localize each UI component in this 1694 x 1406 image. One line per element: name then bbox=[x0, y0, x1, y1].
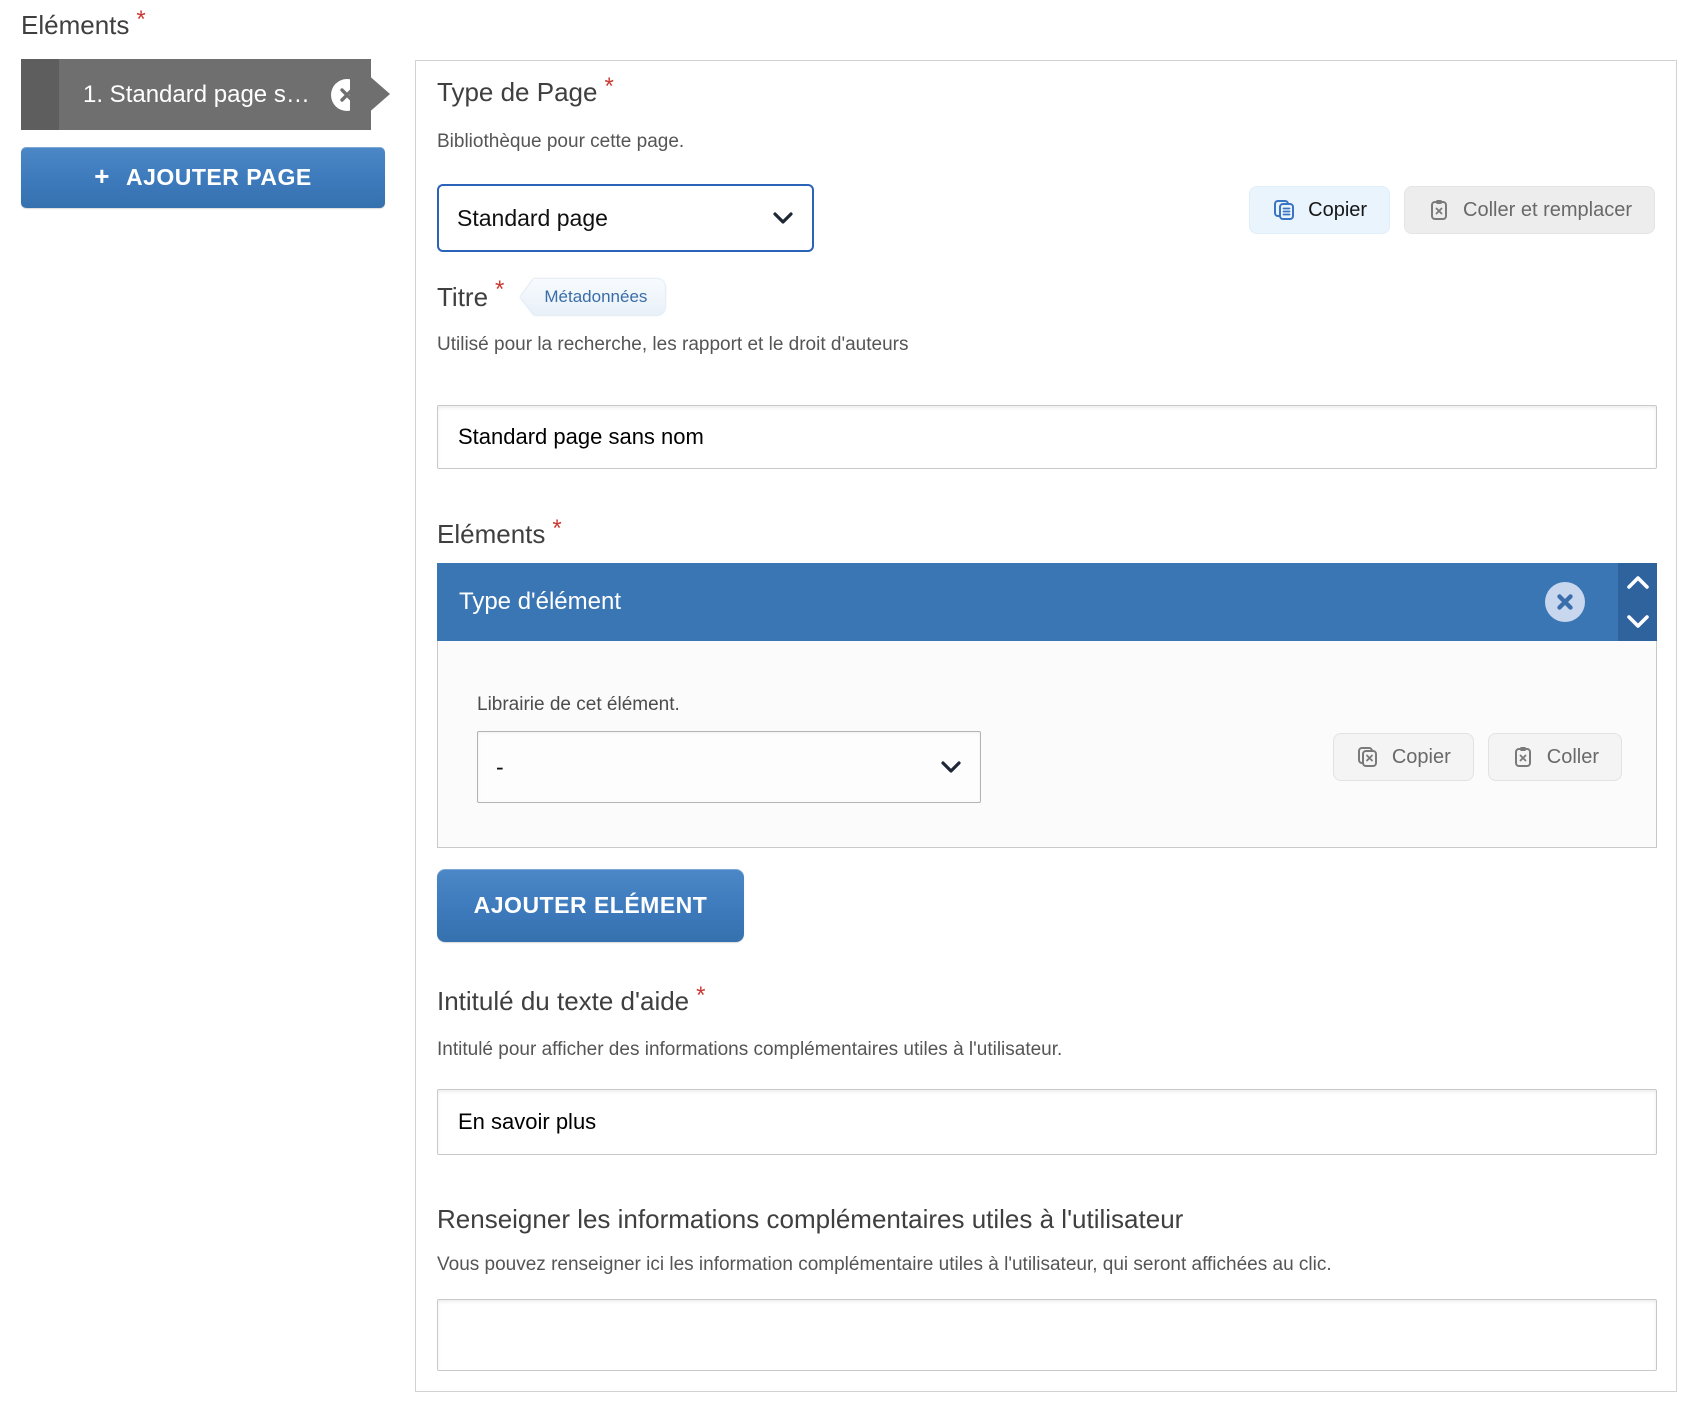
required-marker: * bbox=[604, 73, 613, 100]
elements-field-label: Eléments* bbox=[21, 10, 146, 41]
tab-arrow bbox=[350, 59, 390, 129]
librairie-description: Librairie de cet élément. bbox=[477, 694, 680, 716]
required-marker: * bbox=[696, 982, 705, 1009]
page-type-select[interactable]: Standard page bbox=[437, 184, 814, 252]
copy-page-button-label: Copier bbox=[1308, 199, 1367, 222]
titre-heading-row: Titre* Métadonnées bbox=[437, 279, 665, 315]
plus-icon: + bbox=[94, 161, 110, 192]
elements-heading-text: Eléments bbox=[437, 519, 545, 549]
infos-input[interactable] bbox=[437, 1299, 1657, 1371]
tab-drag-strip[interactable] bbox=[21, 59, 59, 130]
page-type-select-value: Standard page bbox=[439, 205, 772, 232]
titre-description: Utilisé pour la recherche, les rapport e… bbox=[437, 334, 908, 356]
element-header-label: Type d'élément bbox=[459, 588, 1545, 616]
elements-heading: Eléments* bbox=[437, 519, 562, 550]
copy-page-button[interactable]: Copier bbox=[1249, 186, 1390, 234]
required-marker: * bbox=[552, 515, 561, 542]
element-reorder-column bbox=[1618, 563, 1657, 641]
infos-description: Vous pouvez renseigner ici les informati… bbox=[437, 1254, 1332, 1276]
paste-element-button[interactable]: Coller bbox=[1488, 733, 1622, 781]
metadata-badge-wrap: Métadonnées bbox=[520, 279, 665, 315]
remove-element-icon[interactable] bbox=[1545, 582, 1585, 622]
aide-input[interactable] bbox=[437, 1089, 1657, 1155]
add-element-button-label: AJOUTER ELÉMENT bbox=[474, 892, 708, 919]
element-body-panel: Librairie de cet élément. - Copier bbox=[437, 641, 1657, 848]
copy-x-icon bbox=[1356, 745, 1380, 769]
aide-heading: Intitulé du texte d'aide* bbox=[437, 986, 706, 1017]
move-down-icon[interactable] bbox=[1626, 614, 1650, 629]
required-marker: * bbox=[495, 276, 504, 304]
remove-x-glyph bbox=[1555, 592, 1575, 612]
type-de-page-description: Bibliothèque pour cette page. bbox=[437, 131, 684, 153]
titre-heading: Titre bbox=[437, 282, 488, 313]
titre-input[interactable] bbox=[437, 405, 1657, 469]
type-de-page-heading: Type de Page* bbox=[437, 77, 614, 108]
add-page-button-label: AJOUTER PAGE bbox=[126, 164, 312, 191]
infos-heading: Renseigner les informations complémentai… bbox=[437, 1204, 1183, 1235]
add-page-button[interactable]: + AJOUTER PAGE bbox=[21, 147, 385, 208]
element-header-bar[interactable]: Type d'élément bbox=[437, 563, 1657, 641]
copy-element-button-label: Copier bbox=[1392, 746, 1451, 769]
paste-replace-page-button[interactable]: Coller et remplacer bbox=[1404, 186, 1655, 234]
aide-heading-text: Intitulé du texte d'aide bbox=[437, 986, 689, 1016]
chevron-down-icon bbox=[940, 760, 962, 774]
required-marker: * bbox=[136, 6, 145, 33]
paste-icon bbox=[1511, 745, 1535, 769]
page-tab[interactable]: 1. Standard page s… bbox=[21, 59, 371, 130]
metadata-badge: Métadonnées bbox=[520, 279, 665, 315]
page: Eléments* 1. Standard page s… + AJOUTER … bbox=[0, 0, 1694, 1406]
type-de-page-heading-text: Type de Page bbox=[437, 77, 597, 107]
elements-field-label-text: Eléments bbox=[21, 10, 129, 40]
paste-element-button-label: Coller bbox=[1547, 746, 1599, 769]
chevron-down-icon bbox=[772, 211, 794, 225]
tab-label: 1. Standard page s… bbox=[83, 81, 331, 109]
paste-icon bbox=[1427, 198, 1451, 222]
element-type-select[interactable]: - bbox=[477, 731, 981, 803]
paste-replace-page-button-label: Coller et remplacer bbox=[1463, 199, 1632, 222]
move-up-icon[interactable] bbox=[1626, 575, 1650, 590]
page-settings-panel: Type de Page* Bibliothèque pour cette pa… bbox=[415, 60, 1677, 1392]
aide-description: Intitulé pour afficher des informations … bbox=[437, 1039, 1062, 1061]
element-type-select-value: - bbox=[478, 754, 940, 781]
copy-element-button[interactable]: Copier bbox=[1333, 733, 1474, 781]
copy-icon bbox=[1272, 198, 1296, 222]
add-element-button[interactable]: AJOUTER ELÉMENT bbox=[437, 869, 744, 942]
